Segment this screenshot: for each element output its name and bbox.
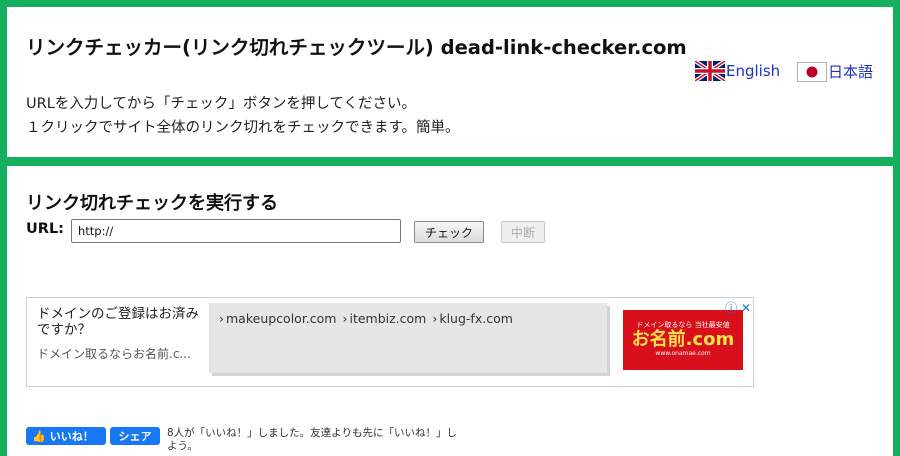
ad-banner-logo-text: お名前.com xyxy=(631,329,735,350)
chevron-right-icon: › xyxy=(219,311,224,326)
uk-flag-icon xyxy=(695,61,725,81)
japan-flag-icon xyxy=(797,61,827,82)
ad-breadcrumb-item[interactable]: klug-fx.com xyxy=(439,311,513,326)
language-japanese-label[interactable]: 日本語 xyxy=(828,61,873,82)
language-japanese-link[interactable]: 日本語 xyxy=(797,61,873,82)
ad-subtext[interactable]: ドメイン取るならお名前.c... xyxy=(37,345,191,362)
info-icon[interactable]: ⓘ xyxy=(725,301,737,315)
description-line: １クリックでサイト全体のリンク切れをチェックできます。簡単。 xyxy=(26,120,460,136)
ad-headline[interactable]: ドメインのご登録はお済みですか？ xyxy=(37,306,207,338)
chevron-right-icon: › xyxy=(432,311,438,326)
ad-breadcrumb: › makeupcolor.com › itembiz.com › klug-fx.c… xyxy=(217,311,513,326)
facebook-like-count: 8人が「いいね！」しました。友達よりも先に「いいね！」しよう。 xyxy=(167,427,457,452)
ad-breadcrumb-item[interactable]: itembiz.com xyxy=(349,311,426,326)
header-panel: リンクチェッカー(リンク切れチェックツール) dead-link-checker… xyxy=(7,7,893,157)
ad-breadcrumb-box[interactable]: › makeupcolor.com › itembiz.com › klug-fx.c… xyxy=(209,303,607,373)
checker-panel: リンク切れチェックを実行する URL: チェック 中断 ドメインのご登録はお済み… xyxy=(7,166,893,456)
close-icon[interactable]: ✕ xyxy=(741,301,751,315)
ad-banner-image[interactable]: ドメイン取るなら 当社最安値 お名前.com www.onamae.com xyxy=(623,310,743,370)
section-title: リンク切れチェックを実行する xyxy=(26,193,278,214)
advertisement[interactable]: ドメインのご登録はお済みですか？ ドメイン取るならお名前.c... › makeu… xyxy=(26,297,754,387)
stop-button[interactable]: 中断 xyxy=(501,221,545,243)
language-english-label[interactable]: English xyxy=(726,62,780,80)
facebook-share-button[interactable]: シェア xyxy=(110,427,160,445)
site-title: リンクチェッカー(リンク切れチェックツール) dead-link-checker… xyxy=(26,36,687,59)
facebook-like-button[interactable]: 👍 いいね！ xyxy=(26,427,106,445)
facebook-like-label: いいね！ xyxy=(49,430,94,443)
chevron-right-icon: › xyxy=(342,311,348,326)
ad-banner-url-text: www.onamae.com xyxy=(655,350,711,357)
description-line: URLを入力してから「チェック」ボタンを押してください。 xyxy=(26,96,416,112)
ad-choices[interactable]: ⓘ ✕ xyxy=(725,299,751,316)
thumbs-up-icon: 👍 xyxy=(32,429,46,443)
check-button[interactable]: チェック xyxy=(414,221,484,243)
language-english-link[interactable]: English xyxy=(695,61,780,81)
url-input[interactable] xyxy=(71,219,401,243)
ad-breadcrumb-item[interactable]: makeupcolor.com xyxy=(226,311,336,326)
url-label: URL: xyxy=(26,221,64,237)
